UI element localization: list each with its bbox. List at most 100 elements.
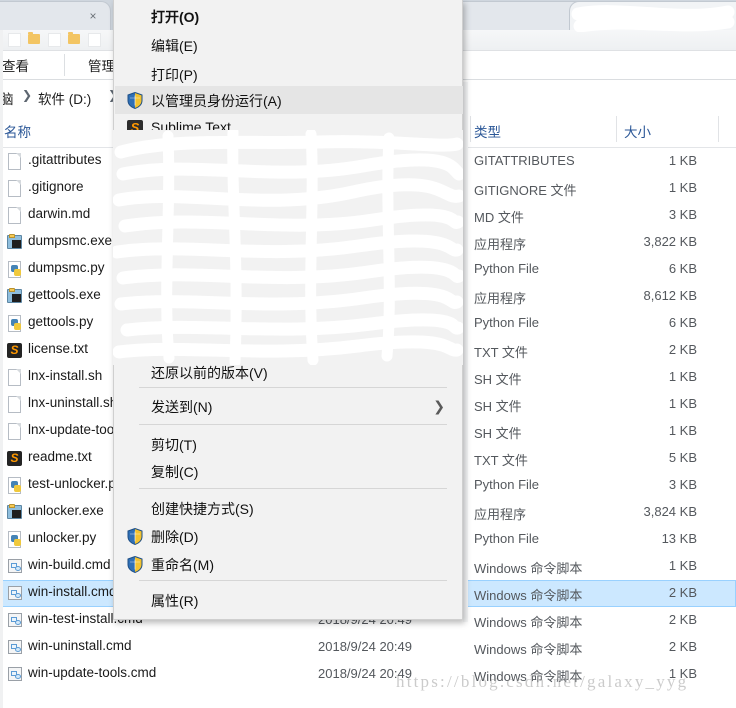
cmd-file-icon (6, 557, 23, 576)
cell-file-type: Windows 命令脚本 (474, 615, 583, 630)
cell-file-size: 2 KB (668, 639, 697, 654)
cell-file-type: SH 文件 (474, 426, 522, 441)
cell-file-name: win-install.cmd (28, 584, 117, 599)
cell-file-type: Python File (474, 261, 540, 276)
cell-file-name: lnx-uninstall.sh (28, 395, 118, 410)
cell-file-name: lnx-install.sh (28, 368, 103, 383)
cell-file-size: 3,822 KB (643, 234, 698, 249)
qat-item-2-icon[interactable] (48, 33, 61, 47)
uac-shield-icon (127, 92, 143, 109)
menu-item-label: Sublime Text (151, 119, 231, 135)
py-file-icon (6, 476, 23, 495)
menu-item-label: 打开(O) (151, 9, 200, 25)
cell-file-size: 2 KB (668, 612, 697, 627)
cell-file-size: 6 KB (668, 315, 697, 330)
cell-file-type: Windows 命令脚本 (474, 588, 583, 603)
menu-item[interactable]: 删除(D) (115, 522, 463, 550)
qat-folder-icon-1[interactable] (28, 32, 40, 44)
cell-file-name: gettools.exe (28, 287, 101, 302)
menu-item[interactable]: 复制(C) (115, 457, 463, 485)
cell-file-name: license.txt (28, 341, 89, 356)
menu-item[interactable]: 发送到(N) ❯ (115, 392, 463, 420)
doc-file-icon (6, 395, 23, 414)
cell-file-size: 1 KB (668, 396, 697, 411)
table-row[interactable]: win-uninstall.cmd 2018/9/24 20:49 Windows … (0, 634, 736, 661)
cmd-file-icon (6, 665, 23, 684)
cell-file-size: 2 KB (668, 585, 697, 600)
cell-file-name: dumpsmc.py (28, 260, 105, 275)
cell-file-type: GITATTRIBUTES (474, 153, 575, 168)
explorer-screenshot: ×uad× 查看 管理 脑 ❯ 软件 (D:) ❯ 名称 (0, 0, 736, 708)
menu-item[interactable]: 创建快捷方式(S) (115, 494, 463, 522)
cmd-file-icon (6, 584, 23, 603)
doc-file-icon (6, 152, 23, 171)
cell-file-type: Windows 命令脚本 (474, 642, 583, 657)
menu-item[interactable]: 剪切(T) (115, 430, 463, 458)
cell-file-type: 应用程序 (474, 237, 527, 252)
cell-file-type: TXT 文件 (474, 345, 528, 360)
menu-item[interactable]: 属性(R) (115, 586, 463, 614)
cell-file-name: unlocker.py (28, 530, 97, 545)
menu-item-label: 属性(R) (151, 593, 199, 609)
ribbon-tab-view[interactable]: 查看 (2, 55, 29, 75)
exe-file-icon (6, 503, 23, 522)
ribbon-tab-manage[interactable]: 管理 (88, 55, 115, 75)
py-file-icon (6, 314, 23, 333)
uac-shield-icon (127, 556, 143, 573)
scroll-gutter[interactable] (463, 82, 468, 622)
cell-file-size: 5 KB (668, 450, 697, 465)
doc-file-icon (6, 422, 23, 441)
column-header-size[interactable]: 大小 (624, 121, 651, 141)
breadcrumb-item-drive[interactable]: 软件 (D:) (38, 88, 91, 108)
cell-file-type: TXT 文件 (474, 453, 528, 468)
menu-item-label: 还原以前的版本(V) (151, 365, 268, 381)
doc-file-icon (6, 206, 23, 225)
cell-file-name: test-unlocker.py (28, 476, 123, 491)
menu-item-label: 创建快捷方式(S) (151, 501, 254, 517)
menu-item[interactable]: Sublime Text (115, 114, 463, 142)
cell-file-size: 13 KB (661, 531, 697, 546)
breadcrumb-chevron-1: ❯ (22, 88, 33, 102)
cell-file-name: win-uninstall.cmd (28, 638, 132, 653)
column-divider-2[interactable] (470, 116, 471, 142)
menu-item-label: 复制(C) (151, 464, 199, 480)
doc-file-icon (6, 368, 23, 387)
cell-file-size: 8,612 KB (643, 288, 698, 303)
menu-item[interactable]: 打印(P) (115, 60, 463, 88)
cell-file-name: readme.txt (28, 449, 92, 464)
column-divider-3[interactable] (616, 116, 617, 142)
menu-item-label: 发送到(N) (151, 399, 213, 415)
column-header-type[interactable]: 类型 (474, 121, 501, 141)
column-header-name[interactable]: 名称 (4, 121, 31, 141)
exe-file-icon (6, 287, 23, 306)
cell-file-name: unlocker.exe (28, 503, 104, 518)
menu-item[interactable]: 打开(O) (115, 2, 463, 30)
cell-file-size: 1 KB (668, 423, 697, 438)
browser-tab-0[interactable]: × (0, 2, 110, 30)
menu-separator (139, 488, 447, 489)
menu-item[interactable]: 重命名(M) (115, 550, 463, 578)
cell-file-type: Windows 命令脚本 (474, 561, 583, 576)
py-file-icon (6, 530, 23, 549)
menu-item[interactable]: 以管理员身份运行(A) (115, 86, 463, 114)
cell-file-size: 2 KB (668, 342, 697, 357)
cell-file-name: win-update-tools.cmd (28, 665, 157, 680)
cell-file-size: 1 KB (668, 180, 697, 195)
menu-item[interactable]: 还原以前的版本(V) (115, 358, 463, 386)
menu-separator (139, 580, 447, 581)
cell-file-size: 6 KB (668, 261, 697, 276)
menu-item[interactable]: 编辑(E) (115, 31, 463, 59)
cell-file-size: 3,824 KB (643, 504, 698, 519)
qat-item-1-icon[interactable] (8, 33, 21, 47)
cell-file-name: darwin.md (28, 206, 91, 221)
menu-item-label: 以管理员身份运行(A) (151, 93, 282, 109)
qat-folder-icon-2[interactable] (68, 32, 80, 44)
cell-file-name: dumpsmc.exe (28, 233, 113, 248)
qat-item-3-icon[interactable] (88, 33, 101, 47)
menu-item-label: 打印(P) (151, 67, 198, 83)
tab-close-icon[interactable]: × (86, 9, 100, 23)
browser-tab-3[interactable] (570, 2, 736, 30)
cell-file-type: Python File (474, 315, 540, 330)
column-divider-4[interactable] (718, 116, 719, 142)
cell-file-name: .gitattributes (28, 152, 102, 167)
